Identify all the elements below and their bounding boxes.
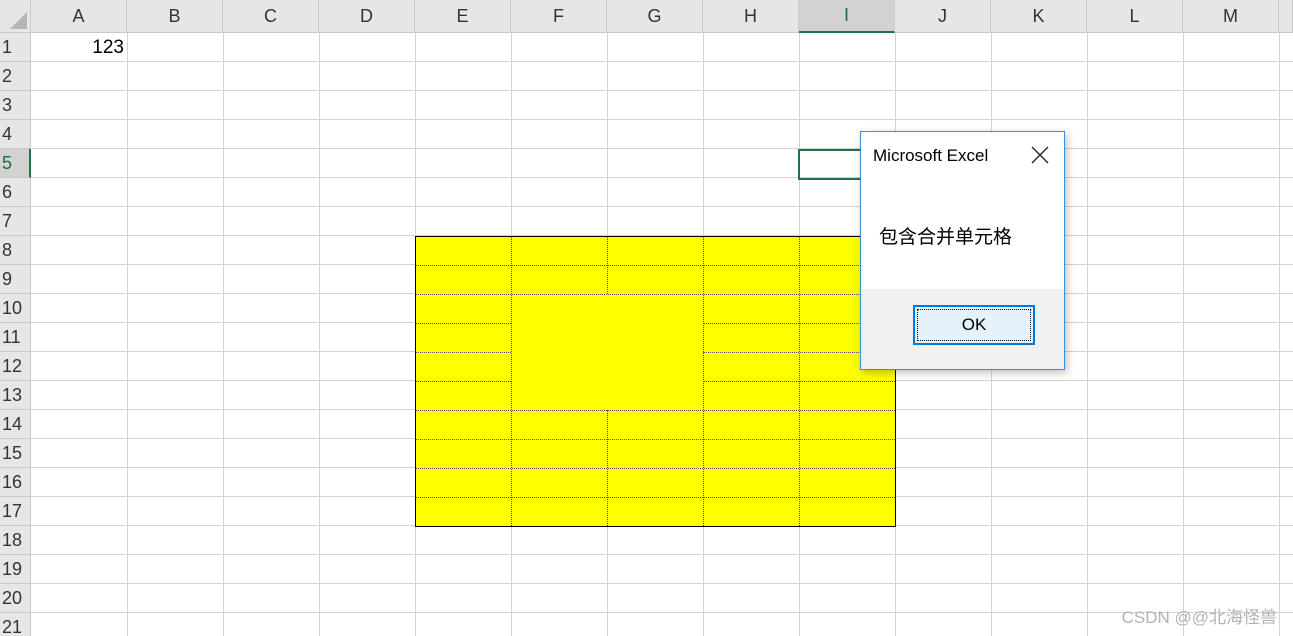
- gridline-horizontal: [31, 90, 1293, 91]
- gridline-vertical: [127, 33, 128, 636]
- dialog-message: 包含合并单元格: [879, 227, 1013, 248]
- row-header-6[interactable]: 6: [0, 178, 31, 207]
- gridline-horizontal: [31, 206, 1293, 207]
- column-header-d[interactable]: D: [319, 0, 415, 33]
- range-outline: [415, 236, 896, 527]
- row-header-8[interactable]: 8: [0, 236, 31, 265]
- column-header-e[interactable]: E: [415, 0, 511, 33]
- row-header-9[interactable]: 9: [0, 265, 31, 294]
- cell-a1-value[interactable]: 123: [92, 37, 124, 59]
- row-header-11[interactable]: 11: [0, 323, 31, 352]
- gridline-horizontal: [31, 148, 1293, 149]
- row-header-20[interactable]: 20: [0, 584, 31, 613]
- row-header-17[interactable]: 17: [0, 497, 31, 526]
- column-header-j[interactable]: J: [895, 0, 991, 33]
- column-header-h[interactable]: H: [703, 0, 799, 33]
- column-header-b[interactable]: B: [127, 0, 223, 33]
- column-header-m[interactable]: M: [1183, 0, 1279, 33]
- dialog-footer: OK: [861, 289, 1064, 369]
- row-header-3[interactable]: 3: [0, 91, 31, 120]
- gridline-vertical: [223, 33, 224, 636]
- watermark-text: CSDN @@北海怪兽: [1121, 608, 1277, 627]
- select-all-corner[interactable]: [0, 0, 31, 33]
- close-icon[interactable]: [1026, 142, 1054, 168]
- select-all-triangle-icon: [10, 12, 27, 29]
- ok-button[interactable]: OK: [913, 305, 1035, 345]
- spreadsheet-grid[interactable]: ABCDEFGHIJKLM 1 2 3 4 5 6 7 8 9 10 11 12 13 14 15 16 17 1…: [0, 0, 1293, 636]
- column-header-g[interactable]: G: [607, 0, 703, 33]
- row-header-1[interactable]: 1: [0, 33, 31, 62]
- row-header-21[interactable]: 21: [0, 613, 31, 636]
- row-header-14[interactable]: 14: [0, 410, 31, 439]
- dialog-title: Microsoft Excel: [873, 146, 989, 165]
- gridline-vertical: [1279, 33, 1280, 636]
- column-header-l[interactable]: L: [1087, 0, 1183, 33]
- row-header-2[interactable]: 2: [0, 62, 31, 91]
- column-header-f[interactable]: F: [511, 0, 607, 33]
- gridline-horizontal: [31, 119, 1293, 120]
- gridline-horizontal: [31, 61, 1293, 62]
- gridline-vertical: [319, 33, 320, 636]
- gridline-vertical: [1087, 33, 1088, 636]
- column-header-i[interactable]: I: [799, 0, 895, 33]
- row-header-7[interactable]: 7: [0, 207, 31, 236]
- gridline-horizontal: [31, 612, 1293, 613]
- row-header-12[interactable]: 12: [0, 352, 31, 381]
- row-header-10[interactable]: 10: [0, 294, 31, 323]
- row-header-4[interactable]: 4: [0, 120, 31, 149]
- column-header-filler: [1279, 0, 1293, 33]
- row-header-13[interactable]: 13: [0, 381, 31, 410]
- message-box-dialog: Microsoft Excel 包含合并单元格 OK: [860, 131, 1065, 370]
- column-header-a[interactable]: A: [31, 0, 127, 33]
- row-header-16[interactable]: 16: [0, 468, 31, 497]
- row-header-5[interactable]: 5: [0, 149, 31, 178]
- row-header-19[interactable]: 19: [0, 555, 31, 584]
- gridline-horizontal: [31, 554, 1293, 555]
- column-header-c[interactable]: C: [223, 0, 319, 33]
- column-header-k[interactable]: K: [991, 0, 1087, 33]
- gridline-horizontal: [31, 583, 1293, 584]
- gridline-vertical: [1183, 33, 1184, 636]
- gridline-horizontal: [31, 177, 1293, 178]
- row-header-15[interactable]: 15: [0, 439, 31, 468]
- row-header-18[interactable]: 18: [0, 526, 31, 555]
